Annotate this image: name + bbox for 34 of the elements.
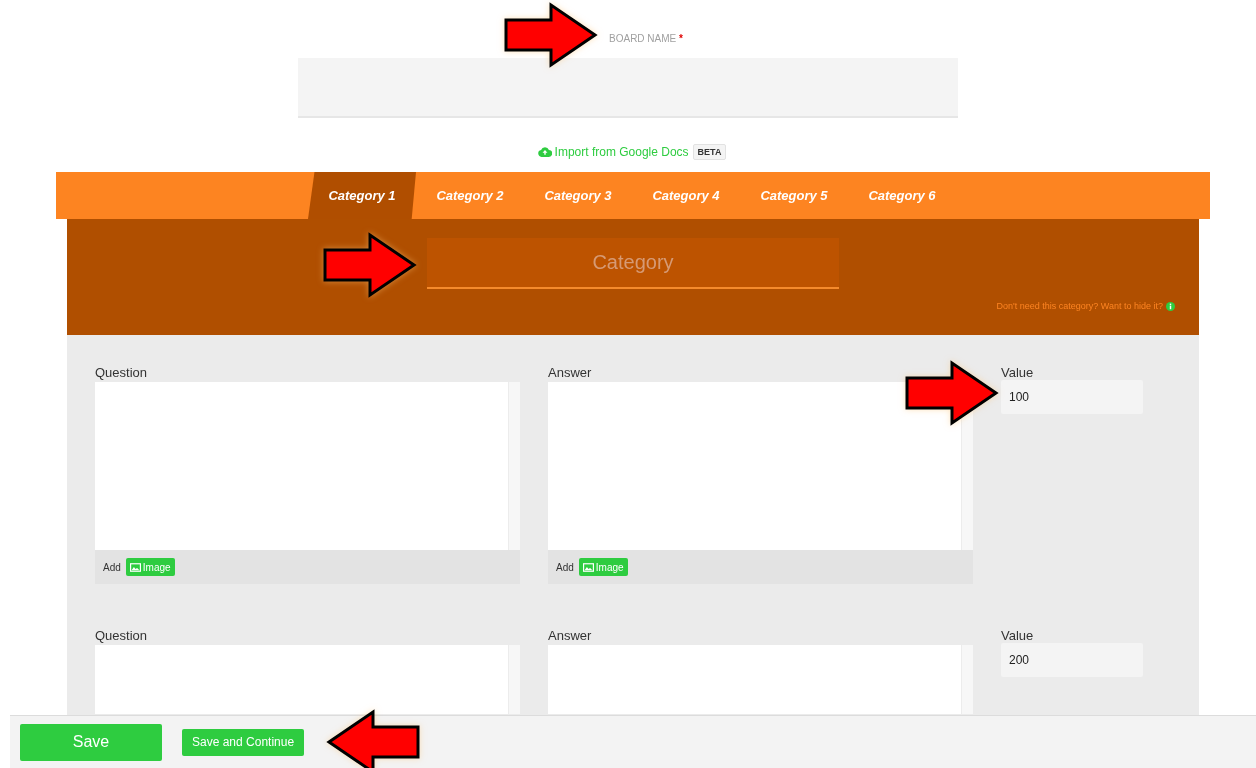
field-label: Answer [548,364,593,382]
image-button[interactable]: Image [125,558,175,576]
field-label: Answer [548,627,593,645]
import-link[interactable]: Import from Google Docs [537,145,689,159]
category-field[interactable]: Category [427,238,839,289]
field-label: BOARD NAME * [608,32,683,46]
category-tab[interactable]: Category 2 [416,172,524,219]
field-label: Question [95,627,149,645]
value-field[interactable]: 200 [1001,643,1143,677]
field-label: Value [1001,627,1035,645]
cloud-upload-icon [537,147,552,157]
field-label: Value [1001,364,1035,382]
field-label: Question [95,364,149,382]
board-name-field[interactable] [298,58,958,118]
category-tab[interactable]: Category 6 [848,172,956,219]
category-tab[interactable]: Category 4 [632,172,740,219]
add-label: Add [103,561,121,573]
question-field[interactable] [95,645,520,714]
info-icon [1166,301,1175,311]
answer-field[interactable] [548,382,973,550]
save-and-continue-button[interactable]: Save and Continue [182,728,305,756]
value-field[interactable]: 100 [1001,380,1143,414]
answer-field[interactable] [548,645,973,714]
add-label: Add [556,561,574,573]
image-icon [129,562,141,572]
hide-category-link[interactable]: Don't need this category? Want to hide it? [996,301,1163,311]
save-button[interactable]: Save [20,723,162,761]
category-tab[interactable]: Category 3 [524,172,632,219]
category-tab[interactable]: Category 5 [740,172,848,219]
category-tab[interactable]: Category 1 [308,172,416,219]
question-field[interactable] [95,382,520,550]
beta-badge: BETA [692,144,727,160]
image-button[interactable]: Image [578,558,628,576]
image-icon [582,562,594,572]
